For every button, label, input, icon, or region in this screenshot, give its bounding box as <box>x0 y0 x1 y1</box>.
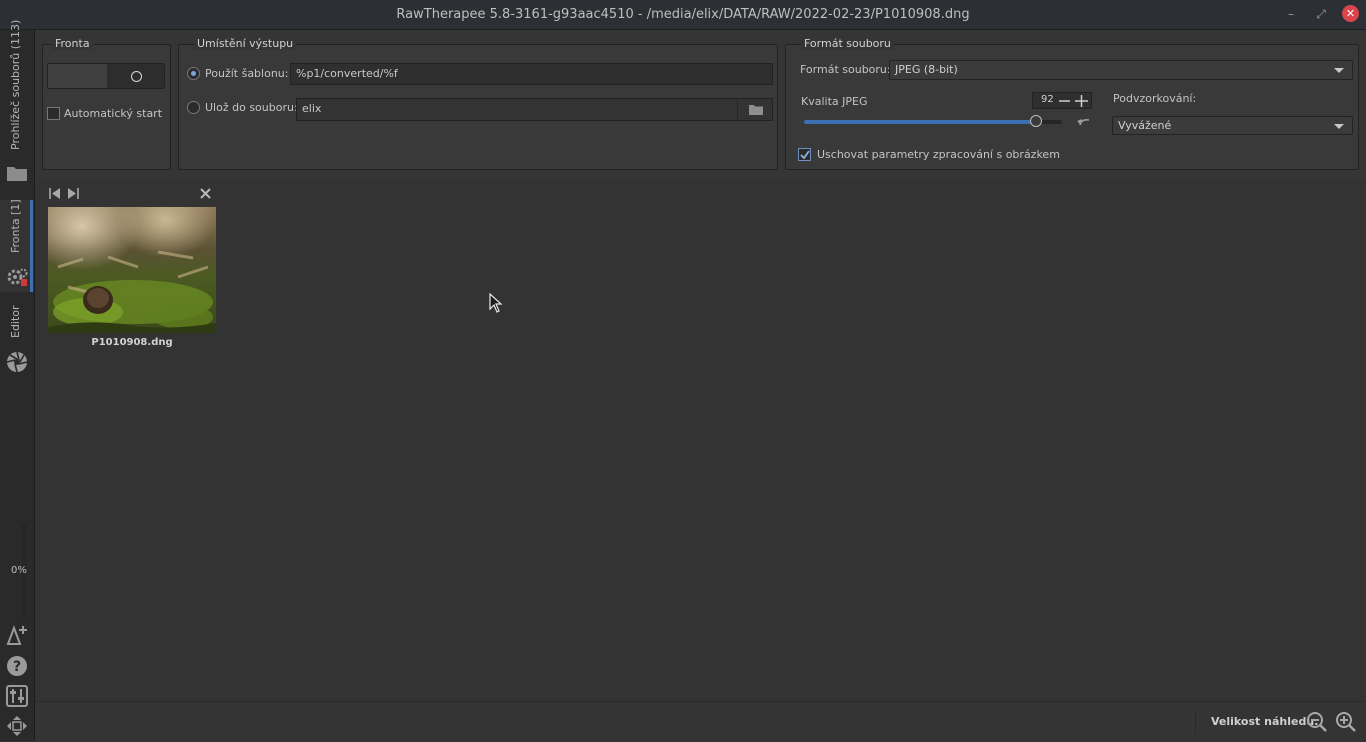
autostart-checkbox[interactable] <box>47 107 60 120</box>
title-bar: RawTherapee 5.8-3161-g93aac4510 - /media… <box>0 0 1366 30</box>
subsampling-label: Podvzorkování: <box>1113 92 1197 105</box>
save-params-checkbox[interactable] <box>798 148 811 161</box>
save-to-radio[interactable] <box>187 101 200 114</box>
output-panel-title: Umístění výstupu <box>194 37 297 50</box>
save-to-field[interactable]: elix <box>296 98 773 121</box>
jpeg-quality-spinner[interactable]: 92 <box>1032 92 1092 109</box>
active-tab-indicator <box>30 200 33 292</box>
maximize-icon[interactable]: ⤢ <box>1313 6 1329 22</box>
chevron-down-icon <box>1334 68 1344 73</box>
mouse-cursor-icon <box>489 293 503 313</box>
remove-from-queue-icon[interactable] <box>200 188 211 199</box>
toggle-off-side <box>48 64 107 88</box>
plus-icon <box>1075 95 1088 107</box>
format-label: Formát souboru: <box>800 63 891 76</box>
preferences-icon[interactable] <box>6 685 28 707</box>
tab-queue-label: Fronta [1] <box>9 199 22 253</box>
status-separator <box>1195 710 1196 735</box>
queue-progress-label: 0% <box>11 565 27 576</box>
subsampling-select-value: Vyvážené <box>1118 119 1172 132</box>
file-format-panel: Formát souboru Formát souboru: JPEG (8-b… <box>785 37 1359 170</box>
tab-file-browser[interactable]: Prohlížeč souborů (113) <box>0 20 34 190</box>
format-select[interactable]: JPEG (8-bit) <box>889 60 1353 80</box>
thumbnail-filename: P1010908.dng <box>91 337 173 348</box>
svg-text:?: ? <box>13 659 21 675</box>
template-input[interactable]: %p1/converted/%f <box>290 63 773 85</box>
format-panel-title: Formát souboru <box>801 37 894 50</box>
minimize-icon[interactable]: – <box>1283 6 1299 22</box>
checkmark-icon <box>800 150 810 160</box>
help-icon[interactable]: ? <box>6 655 28 677</box>
thumb-size-label: Velikost náhledu: <box>1211 715 1319 728</box>
tab-editor-label: Editor <box>9 305 22 338</box>
gears-icon <box>7 268 28 286</box>
jpeg-quality-value: 92 <box>1041 94 1054 105</box>
reset-icon[interactable] <box>1077 117 1091 127</box>
autostart-label: Automatický start <box>64 107 163 120</box>
fullscreen-icon[interactable] <box>6 715 28 737</box>
queue-panel: Fronta Automatický start <box>42 37 171 170</box>
slider-fill <box>804 120 1036 124</box>
spinner-buttons[interactable] <box>1059 95 1089 107</box>
tab-editor[interactable]: Editor <box>0 302 34 377</box>
jpeg-quality-slider[interactable] <box>804 115 1062 127</box>
zoom-in-icon[interactable] <box>1335 711 1357 733</box>
toggle-state-icon <box>131 71 142 82</box>
format-select-value: JPEG (8-bit) <box>895 63 958 76</box>
jpeg-quality-label: Kvalita JPEG <box>801 95 868 108</box>
list-item[interactable]: P1010908.dng <box>48 207 216 352</box>
subsampling-select[interactable]: Vyvážené <box>1112 116 1353 135</box>
slider-handle[interactable] <box>1030 115 1042 127</box>
queue-start-toggle[interactable] <box>47 63 165 89</box>
queue-panel-title: Fronta <box>52 37 93 50</box>
status-bar: Velikost náhledu: <box>35 701 1366 742</box>
window-title: RawTherapee 5.8-3161-g93aac4510 - /media… <box>396 7 970 22</box>
folder-icon <box>749 105 763 115</box>
new-editor-icon[interactable] <box>6 624 30 646</box>
browse-folder-button[interactable] <box>737 99 772 120</box>
aperture-icon <box>6 351 28 373</box>
queue-list-area: P1010908.dng <box>35 179 1366 701</box>
save-to-value: elix <box>302 102 322 115</box>
tab-file-browser-label: Prohlížeč souborů (113) <box>9 19 22 150</box>
save-to-label: Ulož do souboru: <box>205 101 298 114</box>
output-location-panel: Umístění výstupu Použít šablonu: %p1/con… <box>178 37 778 170</box>
thumbnail-image <box>48 207 216 333</box>
tab-queue[interactable]: Fronta [1] <box>0 199 34 292</box>
folder-icon <box>7 167 27 181</box>
template-label: Použít šablonu: <box>205 67 289 80</box>
chevron-down-icon <box>1334 124 1344 129</box>
close-icon[interactable]: ✕ <box>1342 5 1359 22</box>
move-last-icon[interactable] <box>67 188 79 199</box>
template-radio[interactable] <box>187 67 200 80</box>
left-tab-bar: Prohlížeč souborů (113) Fronta [1] Edito… <box>0 20 35 741</box>
zoom-out-icon[interactable] <box>1306 711 1328 733</box>
move-first-icon[interactable] <box>49 188 61 199</box>
save-params-label: Uschovat parametry zpracování s obrázkem <box>817 148 1060 161</box>
